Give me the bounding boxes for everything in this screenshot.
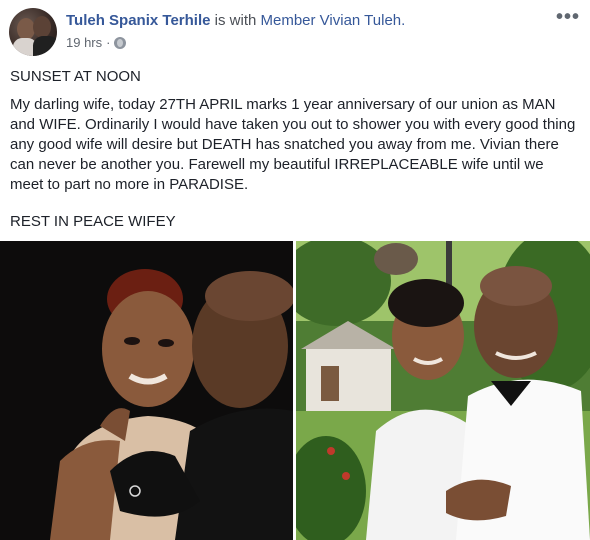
post-timestamp[interactable]: 19 hrs xyxy=(66,35,102,50)
with-text: is with xyxy=(210,12,261,29)
profile-avatar[interactable] xyxy=(9,8,57,56)
tagged-user-link[interactable]: Member Vivian Tuleh. xyxy=(261,12,406,29)
photo-left[interactable] xyxy=(0,241,293,540)
post-closing: REST IN PEACE WIFEY xyxy=(10,213,176,230)
avatar-body-2 xyxy=(33,36,57,56)
couple-wedding-outdoor xyxy=(296,241,590,540)
meta-separator: · xyxy=(106,35,111,50)
author-name-link[interactable]: Tuleh Spanix Terhile xyxy=(66,12,210,29)
more-options-icon[interactable]: ••• xyxy=(556,6,580,29)
post-meta: 19 hrs · xyxy=(66,35,127,50)
post-title: SUNSET AT NOON xyxy=(10,68,141,85)
couple-portrait-dark xyxy=(0,241,293,540)
avatar-face-2 xyxy=(33,16,51,38)
photo-right[interactable] xyxy=(296,241,590,540)
globe-icon[interactable] xyxy=(114,36,127,49)
post-message: My darling wife, today 27TH APRIL marks … xyxy=(10,96,576,193)
post-header: Tuleh Spanix Terhile is with Member Vivi… xyxy=(66,12,405,29)
